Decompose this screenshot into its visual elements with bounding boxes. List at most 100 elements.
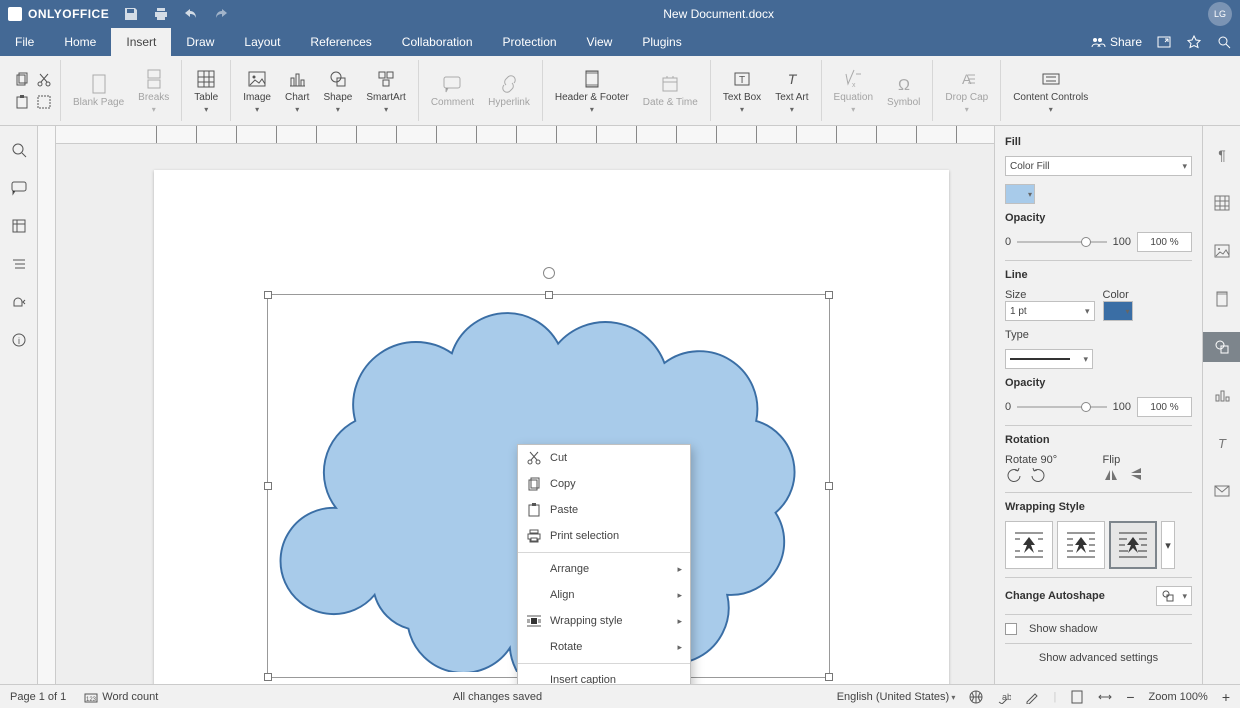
cm-insert-caption[interactable]: Insert caption [518,667,690,684]
flip-vertical-icon[interactable] [1127,466,1145,484]
resize-handle[interactable] [545,291,553,299]
header-footer-button[interactable]: Header & Footer [551,66,633,116]
navigation-icon[interactable] [11,218,27,234]
shape-settings-icon[interactable] [1203,332,1240,362]
line-type-select[interactable] [1005,349,1093,369]
rotate-handle[interactable] [543,267,555,279]
resize-handle[interactable] [825,482,833,490]
wrap-inline[interactable] [1005,521,1053,569]
menu-plugins[interactable]: Plugins [627,28,696,56]
share-button[interactable]: Share [1090,34,1142,50]
cm-print-selection[interactable]: Print selection [518,523,690,549]
page-indicator[interactable]: Page 1 of 1 [10,691,66,703]
resize-handle[interactable] [825,291,833,299]
menu-collaboration[interactable]: Collaboration [387,28,488,56]
wrap-square[interactable] [1057,521,1105,569]
image-settings-icon[interactable] [1203,236,1240,266]
fill-type-select[interactable]: Color Fill [1005,156,1192,176]
resize-handle[interactable] [264,291,272,299]
word-count[interactable]: 123Word count [84,690,158,704]
menu-insert[interactable]: Insert [111,28,171,56]
menu-layout[interactable]: Layout [229,28,295,56]
favorite-icon[interactable] [1186,34,1202,50]
symbol-button[interactable]: ΩSymbol [883,66,924,116]
chart-button[interactable]: Chart [281,66,313,116]
line-opacity-slider[interactable] [1017,401,1107,413]
fit-width-icon[interactable] [1098,690,1112,704]
fill-color-swatch[interactable] [1005,184,1035,204]
headings-icon[interactable] [11,256,27,272]
spellcheck-icon[interactable]: abc [997,690,1011,704]
table-button[interactable]: Table [190,66,222,116]
undo-icon[interactable] [183,6,199,22]
feedback-icon[interactable] [11,294,27,310]
fit-page-icon[interactable] [1070,690,1084,704]
zoom-level[interactable]: Zoom 100% [1149,691,1208,703]
language-select[interactable]: English (United States) [837,691,956,703]
chart-settings-icon[interactable] [1203,380,1240,410]
search-icon[interactable] [1216,34,1232,50]
flip-horizontal-icon[interactable] [1103,466,1121,484]
about-icon[interactable]: i [11,332,27,348]
select-icon[interactable] [36,94,52,110]
breaks-button[interactable]: Breaks [134,66,173,116]
cm-arrange[interactable]: Arrange [518,556,690,582]
rotate-right-icon[interactable] [1029,466,1047,484]
cm-rotate[interactable]: Rotate [518,634,690,660]
wrap-tight[interactable] [1109,521,1157,569]
track-changes-icon[interactable] [1025,690,1039,704]
header-settings-icon[interactable] [1203,284,1240,314]
save-icon[interactable] [123,6,139,22]
menu-file[interactable]: File [0,28,49,56]
equation-button[interactable]: xEquation [830,66,877,116]
rotate-left-icon[interactable] [1005,466,1023,484]
zoom-out[interactable]: − [1126,689,1134,705]
print-icon[interactable] [153,6,169,22]
paragraph-settings-icon[interactable]: ¶ [1203,140,1240,170]
drop-cap-button[interactable]: ADrop Cap [941,66,992,116]
copy-icon[interactable] [14,72,30,88]
date-time-button[interactable]: Date & Time [639,66,702,116]
image-button[interactable]: Image [239,66,275,116]
menu-draw[interactable]: Draw [171,28,229,56]
cm-paste[interactable]: Paste [518,497,690,523]
line-opacity-input[interactable]: 100 % [1137,397,1192,417]
change-autoshape-select[interactable] [1156,586,1192,606]
shape-button[interactable]: Shape [319,66,356,116]
document-canvas[interactable]: Cut Copy Paste Print selection Arrange A… [38,126,994,684]
wrap-more[interactable]: ▾ [1161,521,1175,569]
smartart-button[interactable]: SmartArt [362,66,409,116]
fill-opacity-slider[interactable] [1017,236,1107,248]
globe-icon[interactable] [969,690,983,704]
show-advanced-link[interactable]: Show advanced settings [1005,652,1192,664]
mail-merge-icon[interactable] [1203,476,1240,506]
cut-icon[interactable] [36,72,52,88]
cm-copy[interactable]: Copy [518,471,690,497]
menu-home[interactable]: Home [49,28,111,56]
line-color-swatch[interactable] [1103,301,1133,321]
text-box-button[interactable]: TText Box [719,66,765,116]
line-size-select[interactable]: 1 pt [1005,301,1095,321]
cm-cut[interactable]: Cut [518,445,690,471]
paste-icon[interactable] [14,94,30,110]
table-settings-icon[interactable] [1203,188,1240,218]
redo-icon[interactable] [213,6,229,22]
comments-icon[interactable] [11,180,27,196]
menu-view[interactable]: View [572,28,628,56]
blank-page-button[interactable]: Blank Page [69,66,128,116]
textart-settings-icon[interactable]: T [1203,428,1240,458]
resize-handle[interactable] [825,673,833,681]
user-avatar[interactable]: LG [1208,2,1232,26]
resize-handle[interactable] [264,482,272,490]
menu-references[interactable]: References [295,28,386,56]
zoom-in[interactable]: + [1222,689,1230,705]
resize-handle[interactable] [264,673,272,681]
content-controls-button[interactable]: Content Controls [1009,66,1092,116]
menu-protection[interactable]: Protection [488,28,572,56]
fill-opacity-input[interactable]: 100 % [1137,232,1192,252]
text-art-button[interactable]: TText Art [771,66,812,116]
open-location-icon[interactable] [1156,34,1172,50]
show-shadow-checkbox[interactable]: Show shadow [1005,623,1192,635]
comment-button[interactable]: Comment [427,71,478,110]
cm-wrapping-style[interactable]: Wrapping style [518,608,690,634]
